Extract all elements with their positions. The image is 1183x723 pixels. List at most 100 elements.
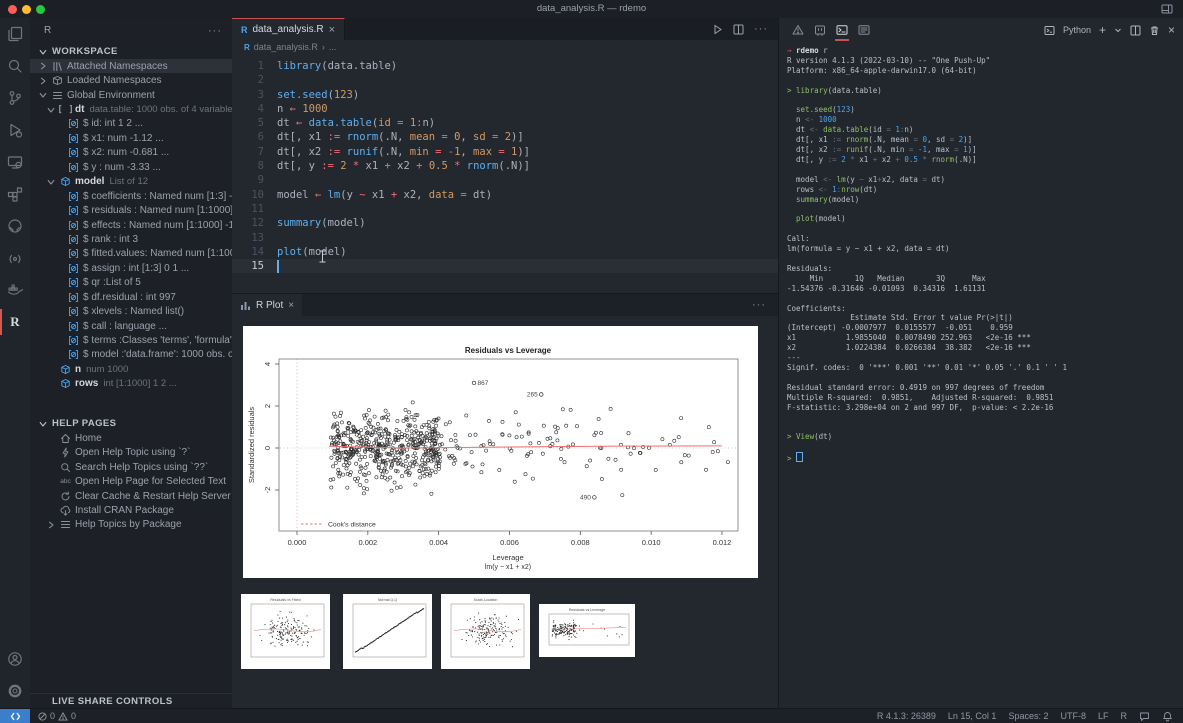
tab-data-analysis[interactable]: R data_analysis.R × [232, 18, 345, 40]
tree-item-loaded-namespaces[interactable]: Loaded Namespaces [30, 73, 232, 87]
code-line-7[interactable]: 7dt[, x2 := runif(.N, min = -1, max = 1)… [232, 145, 778, 159]
chevron-down-icon[interactable] [36, 91, 50, 99]
terminal-output[interactable]: → rdemo rR version 4.1.3 (2022-03-10) --… [787, 42, 1179, 709]
tree-item-effects-named-num-1-1000-1[interactable]: $ effects : Named num [1:1000] -1.... [30, 218, 232, 232]
status-item-indentation[interactable]: Spaces: 2 [1008, 711, 1048, 721]
plot-thumbnail-3[interactable]: Scale-Location [441, 594, 530, 669]
code-line-11[interactable]: 11 [232, 202, 778, 216]
editor-more-actions-icon[interactable]: ··· [754, 23, 768, 35]
tree-item-fitted-values-named-num-1-1000[interactable]: $ fitted.values: Named num [1:1000... [30, 247, 232, 261]
live-share-icon[interactable] [0, 242, 30, 274]
extensions-icon[interactable] [0, 178, 30, 210]
breadcrumb[interactable]: R data_analysis.R › ... [232, 40, 778, 54]
code-line-1[interactable]: 1library(data.table) [232, 59, 778, 73]
code-editor[interactable]: 1library(data.table)2 3set.seed(123)4n ←… [232, 54, 778, 298]
status-item-encoding[interactable]: UTF-8 [1060, 711, 1086, 721]
tree-item-open-help-topic-using[interactable]: Open Help Topic using `?` [30, 446, 232, 460]
tree-item-install-cran-package[interactable]: Install CRAN Package [30, 503, 232, 517]
tree-item-model-data-frame-1000-obs-of[interactable]: $ model :'data.frame': 1000 obs. of... [30, 348, 232, 362]
remote-explorer-icon[interactable] [0, 146, 30, 178]
code-line-8[interactable]: 8dt[, y := 2 * x1 + x2 + 0.5 * rnorm(.N)… [232, 159, 778, 173]
code-line-12[interactable]: 12summary(model) [232, 216, 778, 230]
split-editor-icon[interactable] [733, 24, 744, 35]
problems-status[interactable]: 0 0 [38, 711, 76, 721]
tree-item-rank-int-3[interactable]: $ rank : int 3 [30, 232, 232, 246]
chevron-right-icon[interactable] [36, 77, 50, 85]
kill-terminal-icon[interactable] [1149, 25, 1160, 36]
tree-item-df-residual-int-997[interactable]: $ df.residual : int 997 [30, 290, 232, 304]
tree-item-terms-classes-terms-formula-l[interactable]: $ terms :Classes 'terms', 'formula' l... [30, 333, 232, 347]
tree-item-n[interactable]: nnum 1000 [30, 362, 232, 376]
run-debug-icon[interactable] [0, 114, 30, 146]
code-line-14[interactable]: 14plot(model) [232, 245, 778, 259]
terminal-shell-label[interactable]: Python [1063, 25, 1091, 35]
tree-item-x1-num-1-12[interactable]: $ x1: num -1.12 ... [30, 131, 232, 145]
tree-item-qr-list-of-5[interactable]: $ qr :List of 5 [30, 276, 232, 290]
plot-thumbnail-1[interactable]: Residuals vs Fitted [241, 594, 330, 669]
account-icon[interactable] [0, 643, 30, 675]
terminal-icon[interactable] [831, 18, 853, 42]
plot-thumbnail-2[interactable]: Normal Q-Q [343, 594, 432, 669]
code-line-6[interactable]: 6dt[, x1 := rnorm(.N, mean = 0, sd = 2)] [232, 130, 778, 144]
code-line-2[interactable]: 2 [232, 73, 778, 87]
split-terminal-icon[interactable] [1130, 25, 1141, 36]
plot-thumbnail-4[interactable]: Residuals vs Leverage [539, 604, 635, 657]
search-icon[interactable] [0, 50, 30, 82]
tree-item-open-help-page-for-selected-te[interactable]: abcOpen Help Page for Selected Text [30, 474, 232, 488]
tree-item-call-language[interactable]: $ call : language ... [30, 319, 232, 333]
status-item-eol[interactable]: LF [1098, 711, 1109, 721]
tree-item-coefficients-named-num-1-3-0[interactable]: $ coefficients : Named num [1:3] -0... [30, 189, 232, 203]
tree-item-global-environment[interactable]: Global Environment [30, 88, 232, 102]
code-line-3[interactable]: 3set.seed(123) [232, 88, 778, 102]
live-share-controls-section[interactable]: LIVE SHARE CONTROLS [30, 693, 232, 709]
tree-item-xlevels-named-list[interactable]: $ xlevels : Named list() [30, 304, 232, 318]
close-plot-icon[interactable]: × [288, 300, 294, 311]
remote-indicator[interactable] [0, 709, 30, 723]
bell-icon[interactable] [1162, 711, 1173, 722]
code-line-5[interactable]: 5dt ← data.table(id = 1:n) [232, 116, 778, 130]
tree-item-rows[interactable]: rowsint [1:1000] 1 2 ... [30, 377, 232, 391]
plot-more-actions-icon[interactable]: ··· [752, 299, 778, 311]
feedback-icon[interactable] [1139, 711, 1150, 722]
layout-icon[interactable] [1161, 3, 1173, 15]
tree-item-search-help-topics-using[interactable]: Search Help Topics using `??` [30, 460, 232, 474]
r-tools-icon[interactable]: R [0, 306, 30, 338]
tree-item-y-num-3-33[interactable]: $ y : num -3.33 ... [30, 160, 232, 174]
code-line-9[interactable]: 9 [232, 173, 778, 187]
tree-item-assign-int-1-3-0-1[interactable]: $ assign : int [1:3] 0 1 ... [30, 261, 232, 275]
status-item-cursor-position[interactable]: Ln 15, Col 1 [948, 711, 997, 721]
chevron-right-icon[interactable] [36, 62, 50, 70]
output-icon[interactable] [853, 18, 875, 42]
tree-item-id-int-1-2[interactable]: $ id: int 1 2 ... [30, 117, 232, 131]
chevron-down-icon[interactable] [44, 106, 58, 114]
chevron-right-icon[interactable] [44, 521, 58, 529]
close-panel-icon[interactable]: × [1168, 23, 1175, 37]
docker-icon[interactable] [0, 274, 30, 306]
chevron-down-icon[interactable] [44, 178, 58, 186]
tree-item-attached-namespaces[interactable]: Attached Namespaces [30, 59, 232, 73]
problems-icon[interactable] [787, 18, 809, 42]
sidebar-more-actions-icon[interactable]: ··· [208, 18, 222, 44]
new-terminal-icon[interactable]: + [1099, 23, 1106, 37]
tree-item-clear-cache-restart-help-serve[interactable]: Clear Cache & Restart Help Server [30, 489, 232, 503]
run-file-icon[interactable] [712, 24, 723, 35]
r-plot-tab[interactable]: R Plot × [232, 294, 302, 316]
settings-gear-icon[interactable] [0, 675, 30, 707]
code-line-15[interactable]: 15 [232, 259, 778, 273]
tree-item-help-topics-by-package[interactable]: Help Topics by Package [30, 518, 232, 532]
tree-item-home[interactable]: Home [30, 431, 232, 445]
tree-item-residuals-named-num-1-1000[interactable]: $ residuals : Named num [1:1000] -... [30, 203, 232, 217]
code-line-10[interactable]: 10model ← lm(y ~ x1 + x2, data = dt) [232, 188, 778, 202]
source-control-icon[interactable] [0, 82, 30, 114]
workspace-section-header[interactable]: WORKSPACE [30, 44, 232, 59]
status-item-r-lsp[interactable]: R 4.1.3: 26389 [877, 711, 936, 721]
tree-item-dt[interactable]: [ ]dtdata.table: 1000 obs. of 4 variable… [30, 102, 232, 116]
code-line-13[interactable]: 13 [232, 231, 778, 245]
tree-item-x2-num-0-681[interactable]: $ x2: num -0.681 ... [30, 146, 232, 160]
code-line-4[interactable]: 4n ← 1000 [232, 102, 778, 116]
explorer-icon[interactable] [0, 18, 30, 50]
status-item-language-mode[interactable]: R [1121, 711, 1128, 721]
terminal-dropdown-icon[interactable] [1114, 26, 1122, 34]
help-pages-section-header[interactable]: HELP PAGES [30, 416, 232, 431]
tree-item-model[interactable]: modelList of 12 [30, 175, 232, 189]
